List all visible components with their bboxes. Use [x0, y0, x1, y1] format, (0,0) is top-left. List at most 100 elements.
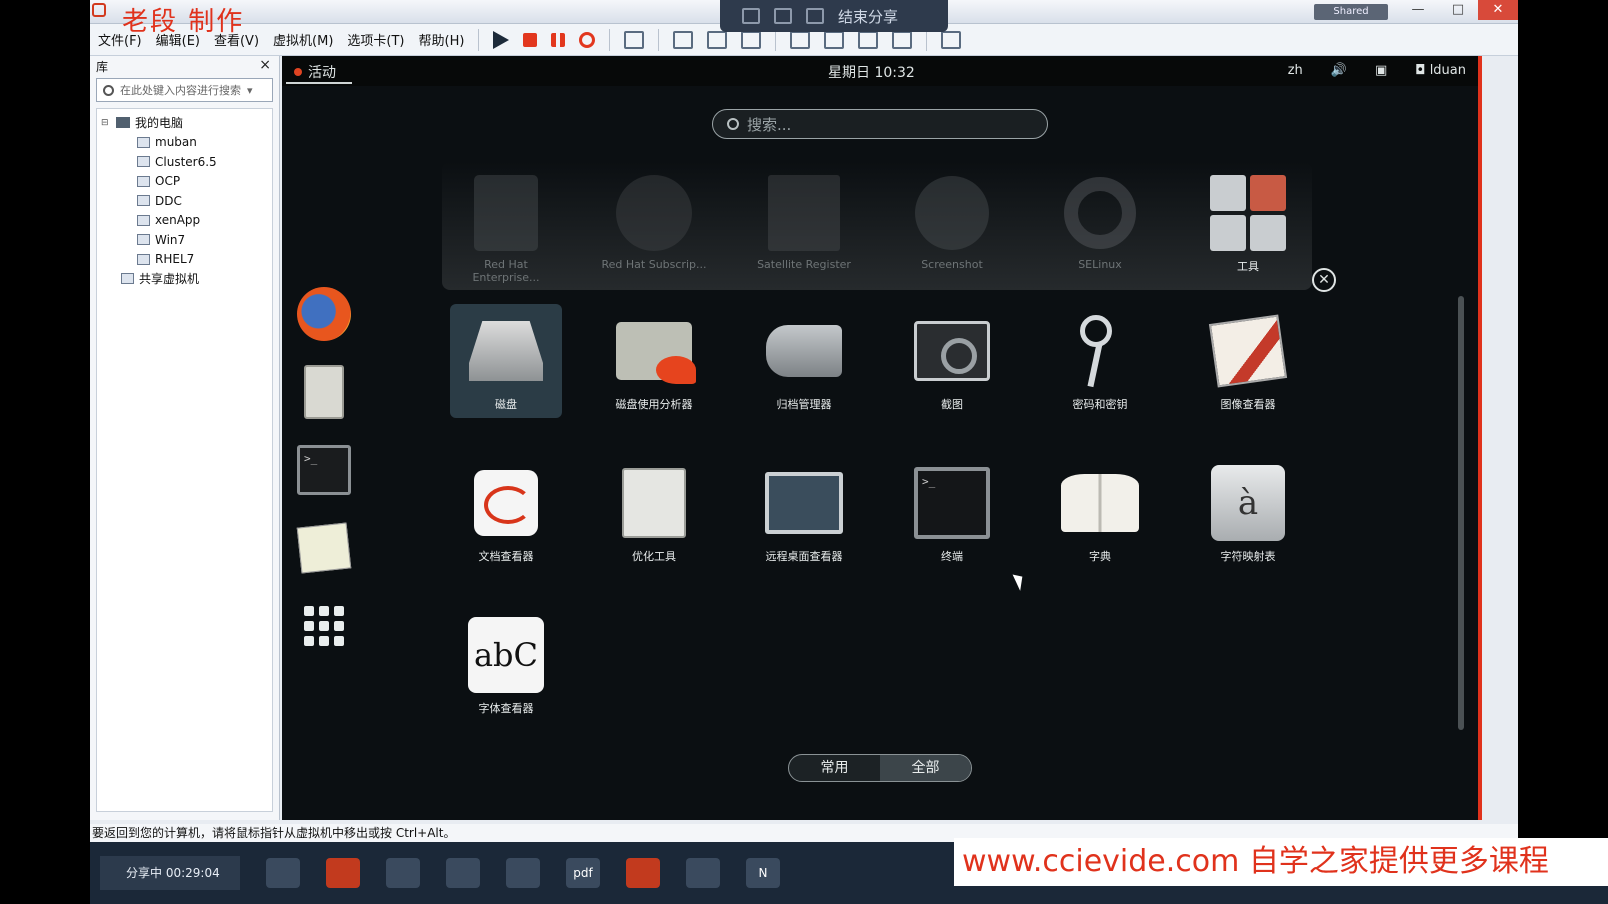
chat-task-icon[interactable] — [506, 858, 540, 888]
app-font-viewer[interactable]: abC 字体查看器 — [450, 608, 562, 722]
tool-task-icon[interactable] — [626, 858, 660, 888]
dash-text-editor[interactable] — [296, 520, 352, 576]
app-image-viewer[interactable]: 图像查看器 — [1192, 304, 1304, 418]
tree-item-vm[interactable]: RHEL7 — [97, 250, 272, 270]
paint-task-icon[interactable] — [686, 858, 720, 888]
activities-icon — [294, 68, 302, 76]
active-border — [1478, 56, 1482, 820]
restart-icon[interactable] — [579, 31, 596, 48]
watermark-logo: 老段 制作 — [122, 7, 245, 37]
app-character-map[interactable]: à 字符映射表 — [1192, 456, 1304, 570]
network-icon[interactable] — [624, 30, 645, 49]
app-dictionary[interactable]: 字典 — [1044, 456, 1156, 570]
sharing-status-button[interactable]: 分享中 00:29:04 — [100, 856, 240, 890]
app-rh-subscription[interactable]: Red Hat Subscrip... — [598, 166, 710, 280]
app-rhel-docs[interactable]: Red Hat Enterprise... — [450, 166, 562, 284]
window-icon[interactable] — [742, 8, 760, 24]
activities-button[interactable]: 活动 — [294, 62, 336, 82]
library-close-icon[interactable]: × — [259, 57, 271, 73]
clock[interactable]: 星期日 10:32 — [828, 62, 915, 82]
end-share-button[interactable]: 结束分享 — [838, 6, 898, 27]
full-screen-icon[interactable] — [858, 30, 879, 49]
app-passwords-keys[interactable]: 密码和密钥 — [1044, 304, 1156, 418]
app-screenshot[interactable]: Screenshot — [896, 166, 1008, 280]
app-grid-icon — [304, 606, 344, 646]
dash-terminal[interactable]: >_ — [296, 442, 352, 498]
promo-banner: www.ccievide.com 自学之家提供更多课程 — [954, 838, 1608, 886]
app-disks[interactable]: 磁盘 — [450, 304, 562, 418]
minimize-button[interactable]: — — [1398, 0, 1438, 20]
tree-item-vm[interactable]: xenApp — [97, 211, 272, 231]
app-tools-folder[interactable]: 工具 — [1192, 166, 1304, 280]
guest-display[interactable]: 活动 星期日 10:32 zh 🔊 ▣ ◘ lduan 搜索... >_ Red… — [282, 56, 1478, 820]
network-icon[interactable]: ▣ — [1375, 63, 1387, 78]
close-button[interactable]: ✕ — [1478, 0, 1518, 20]
tree-item-shared-vms[interactable]: 共享虚拟机 — [97, 269, 272, 289]
pdf-task-icon[interactable]: pdf — [566, 858, 600, 888]
tab-all[interactable]: 全部 — [880, 755, 971, 781]
app-remote-desktop[interactable]: 远程桌面查看器 — [748, 456, 860, 570]
app-disk-usage[interactable]: 磁盘使用分析器 — [598, 304, 710, 418]
app-satellite[interactable]: Satellite Register — [748, 166, 860, 280]
box-icon — [768, 175, 840, 251]
close-folder-icon[interactable]: ✕ — [1312, 268, 1336, 292]
app-tweak-tool[interactable]: 优化工具 — [598, 456, 710, 570]
dash-firefox[interactable] — [296, 286, 352, 342]
console-view-icon[interactable] — [941, 30, 962, 49]
app-label: Satellite Register — [757, 258, 851, 271]
user-name: lduan — [1429, 63, 1466, 78]
app-search-input[interactable]: 搜索... — [712, 109, 1048, 139]
menu-help[interactable]: 帮助(H) — [419, 30, 465, 49]
tree-item-vm[interactable]: DDC — [97, 191, 272, 211]
powershell-task-icon[interactable] — [446, 858, 480, 888]
volume-icon[interactable]: 🔊 — [1331, 63, 1347, 78]
chevron-down-icon[interactable]: ▾ — [247, 84, 253, 97]
app-label: 字体查看器 — [478, 702, 534, 715]
app-task-icon[interactable] — [326, 858, 360, 888]
tree-item-vm[interactable]: Win7 — [97, 230, 272, 250]
tab-frequent[interactable]: 常用 — [789, 755, 880, 781]
user-menu[interactable]: ◘ lduan — [1415, 63, 1466, 78]
tree-item-vm[interactable]: muban — [97, 133, 272, 153]
unity-icon[interactable] — [892, 30, 913, 49]
app-archive-manager[interactable]: 归档管理器 — [748, 304, 860, 418]
vmware-window: Shared — □ ✕ 文件(F) 编辑(E) 查看(V) 虚拟机(M) 选项… — [90, 0, 1518, 904]
vm-icon — [137, 156, 150, 168]
app-document-viewer[interactable]: 文档查看器 — [450, 456, 562, 570]
pen-icon[interactable] — [806, 8, 824, 24]
thumbnail-bar-icon[interactable] — [824, 30, 845, 49]
dictionary-icon — [1061, 474, 1139, 532]
tree-item-vm[interactable]: OCP — [97, 172, 272, 192]
show-applications-button[interactable] — [296, 598, 352, 654]
app-screenshot-tool[interactable]: 截图 — [896, 304, 1008, 418]
onenote-task-icon[interactable]: N — [746, 858, 780, 888]
app-label: 远程桌面查看器 — [765, 550, 843, 563]
app-selinux[interactable]: SELinux — [1044, 166, 1156, 280]
menu-vm[interactable]: 虚拟机(M) — [273, 30, 333, 49]
menu-tabs[interactable]: 选项卡(T) — [347, 30, 404, 49]
power-on-icon[interactable] — [493, 30, 510, 49]
collapse-icon[interactable]: ⊟ — [101, 118, 111, 128]
tree-item-vm[interactable]: Cluster6.5 — [97, 152, 272, 172]
vmware-task-icon[interactable] — [266, 858, 300, 888]
maximize-button[interactable]: □ — [1438, 0, 1478, 20]
app-terminal[interactable]: >_ 终端 — [896, 456, 1008, 570]
app-label: 工具 — [1237, 260, 1259, 273]
snapshot-icon[interactable] — [673, 30, 694, 49]
suspend-icon[interactable] — [551, 32, 566, 47]
input-method-indicator[interactable]: zh — [1288, 63, 1303, 78]
system-tray: zh 🔊 ▣ ◘ lduan — [1288, 63, 1466, 78]
database-task-icon[interactable] — [386, 858, 420, 888]
disk-icon — [469, 321, 543, 381]
snapshot-manager-icon[interactable] — [741, 30, 762, 49]
move-icon[interactable] — [774, 8, 792, 24]
terminal-icon: >_ — [297, 445, 351, 495]
tree-item-my-computer[interactable]: ⊟ 我的电脑 — [97, 113, 272, 133]
show-library-icon[interactable] — [790, 30, 811, 49]
dash-files[interactable] — [296, 364, 352, 420]
app-label: 优化工具 — [632, 550, 676, 563]
power-off-icon[interactable] — [523, 32, 538, 47]
revert-snapshot-icon[interactable] — [707, 30, 728, 49]
app-grid-scrollbar[interactable] — [1458, 296, 1464, 730]
library-search-input[interactable]: 在此处键入内容进行搜索 ▾ — [96, 78, 273, 102]
